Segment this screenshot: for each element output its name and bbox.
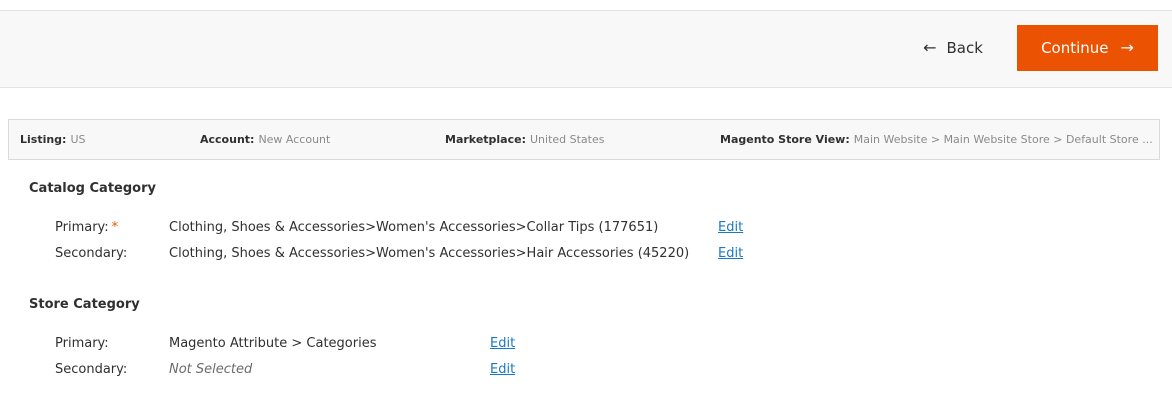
arrow-left-icon: ← <box>923 38 937 57</box>
page-actions-bar: ← Back Continue → <box>0 10 1172 88</box>
store-primary-label: Primary: <box>55 336 109 351</box>
info-listing-label: Listing: <box>20 133 67 146</box>
catalog-primary-value: Clothing, Shoes & Accessories>Women's Ac… <box>169 220 659 235</box>
info-store-view: Magento Store View: Main Website > Main … <box>720 120 1153 159</box>
catalog-primary-label-text: Primary: <box>55 220 109 235</box>
info-marketplace-value: United States <box>529 133 605 146</box>
info-marketplace-label: Marketplace: <box>445 133 526 146</box>
catalog-primary-label: Primary: * <box>55 220 118 235</box>
back-button-label: Back <box>946 39 983 57</box>
info-listing-value: US <box>70 133 86 146</box>
catalog-secondary-edit-link[interactable]: Edit <box>718 246 743 261</box>
info-store-view-label: Magento Store View: <box>720 133 850 146</box>
continue-button[interactable]: Continue → <box>1017 25 1158 71</box>
required-mark: * <box>111 220 119 235</box>
store-category-title: Store Category <box>29 297 140 312</box>
info-account: Account: New Account <box>200 120 330 159</box>
store-secondary-edit-link[interactable]: Edit <box>490 362 515 377</box>
catalog-secondary-value: Clothing, Shoes & Accessories>Women's Ac… <box>169 246 690 261</box>
store-primary-value: Magento Attribute > Categories <box>169 336 377 351</box>
info-store-view-value: Main Website > Main Website Store > Defa… <box>853 133 1153 146</box>
catalog-secondary-label: Secondary: <box>55 246 128 261</box>
listing-info-bar: Listing: US Account: New Account Marketp… <box>8 119 1160 160</box>
continue-button-label: Continue <box>1041 39 1109 57</box>
catalog-category-title: Catalog Category <box>29 181 156 196</box>
info-account-value: New Account <box>258 133 331 146</box>
store-secondary-value: Not Selected <box>169 362 253 377</box>
info-account-label: Account: <box>200 133 255 146</box>
store-secondary-label: Secondary: <box>55 362 128 377</box>
back-button[interactable]: ← Back <box>905 25 1001 71</box>
catalog-primary-edit-link[interactable]: Edit <box>718 220 743 235</box>
info-marketplace: Marketplace: United States <box>445 120 604 159</box>
arrow-right-icon: → <box>1120 38 1134 57</box>
store-primary-edit-link[interactable]: Edit <box>490 336 515 351</box>
info-listing: Listing: US <box>20 120 86 159</box>
